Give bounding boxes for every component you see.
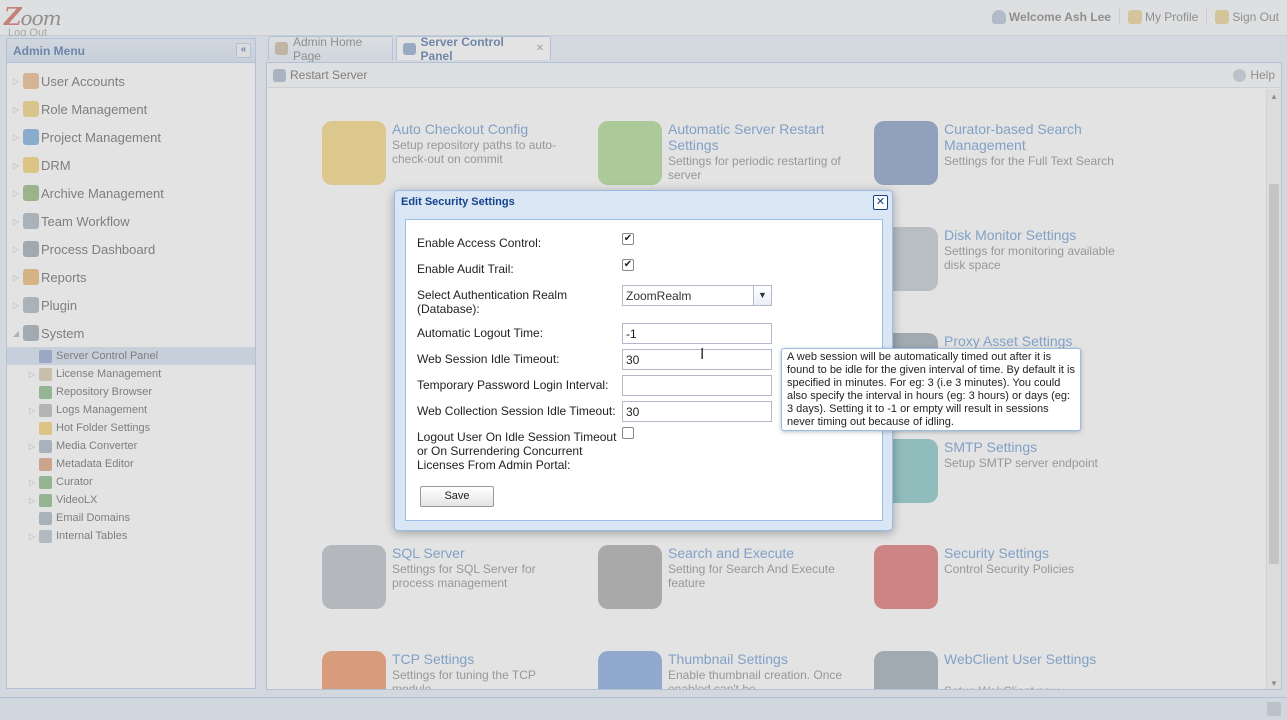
text-cursor-icon: Ⅰ bbox=[700, 345, 705, 363]
temp-password-label: Temporary Password Login Interval: bbox=[417, 378, 609, 392]
save-button[interactable]: Save bbox=[420, 486, 494, 507]
web-collection-input[interactable] bbox=[622, 401, 772, 422]
enable-access-control-checkbox[interactable]: ✔ bbox=[622, 233, 634, 245]
logout-idle-checkbox[interactable] bbox=[622, 427, 634, 439]
dialog-title: Edit Security Settings bbox=[401, 196, 515, 208]
auto-logout-label: Automatic Logout Time: bbox=[417, 326, 544, 340]
enable-audit-trail-label: Enable Audit Trail: bbox=[417, 262, 514, 276]
logout-idle-label: Logout User On Idle Session Timeout or O… bbox=[417, 430, 617, 472]
enable-audit-trail-checkbox[interactable]: ✔ bbox=[622, 259, 634, 271]
auth-realm-select[interactable]: ZoomRealm ▼ bbox=[622, 285, 772, 306]
auth-realm-label: Select Authentication Realm (Database): bbox=[417, 288, 568, 316]
web-session-label: Web Session Idle Timeout: bbox=[417, 352, 560, 366]
enable-access-control-label: Enable Access Control: bbox=[417, 236, 542, 250]
web-session-input[interactable] bbox=[622, 349, 772, 370]
web-session-tooltip: A web session will be automatically time… bbox=[781, 348, 1081, 431]
auto-logout-input[interactable] bbox=[622, 323, 772, 344]
auth-realm-value: ZoomRealm bbox=[626, 289, 692, 303]
dialog-close-button[interactable]: ✕ bbox=[873, 195, 888, 210]
temp-password-input[interactable] bbox=[622, 375, 772, 396]
web-collection-label: Web Collection Session Idle Timeout: bbox=[417, 404, 616, 418]
chevron-down-icon[interactable]: ▼ bbox=[753, 286, 771, 305]
